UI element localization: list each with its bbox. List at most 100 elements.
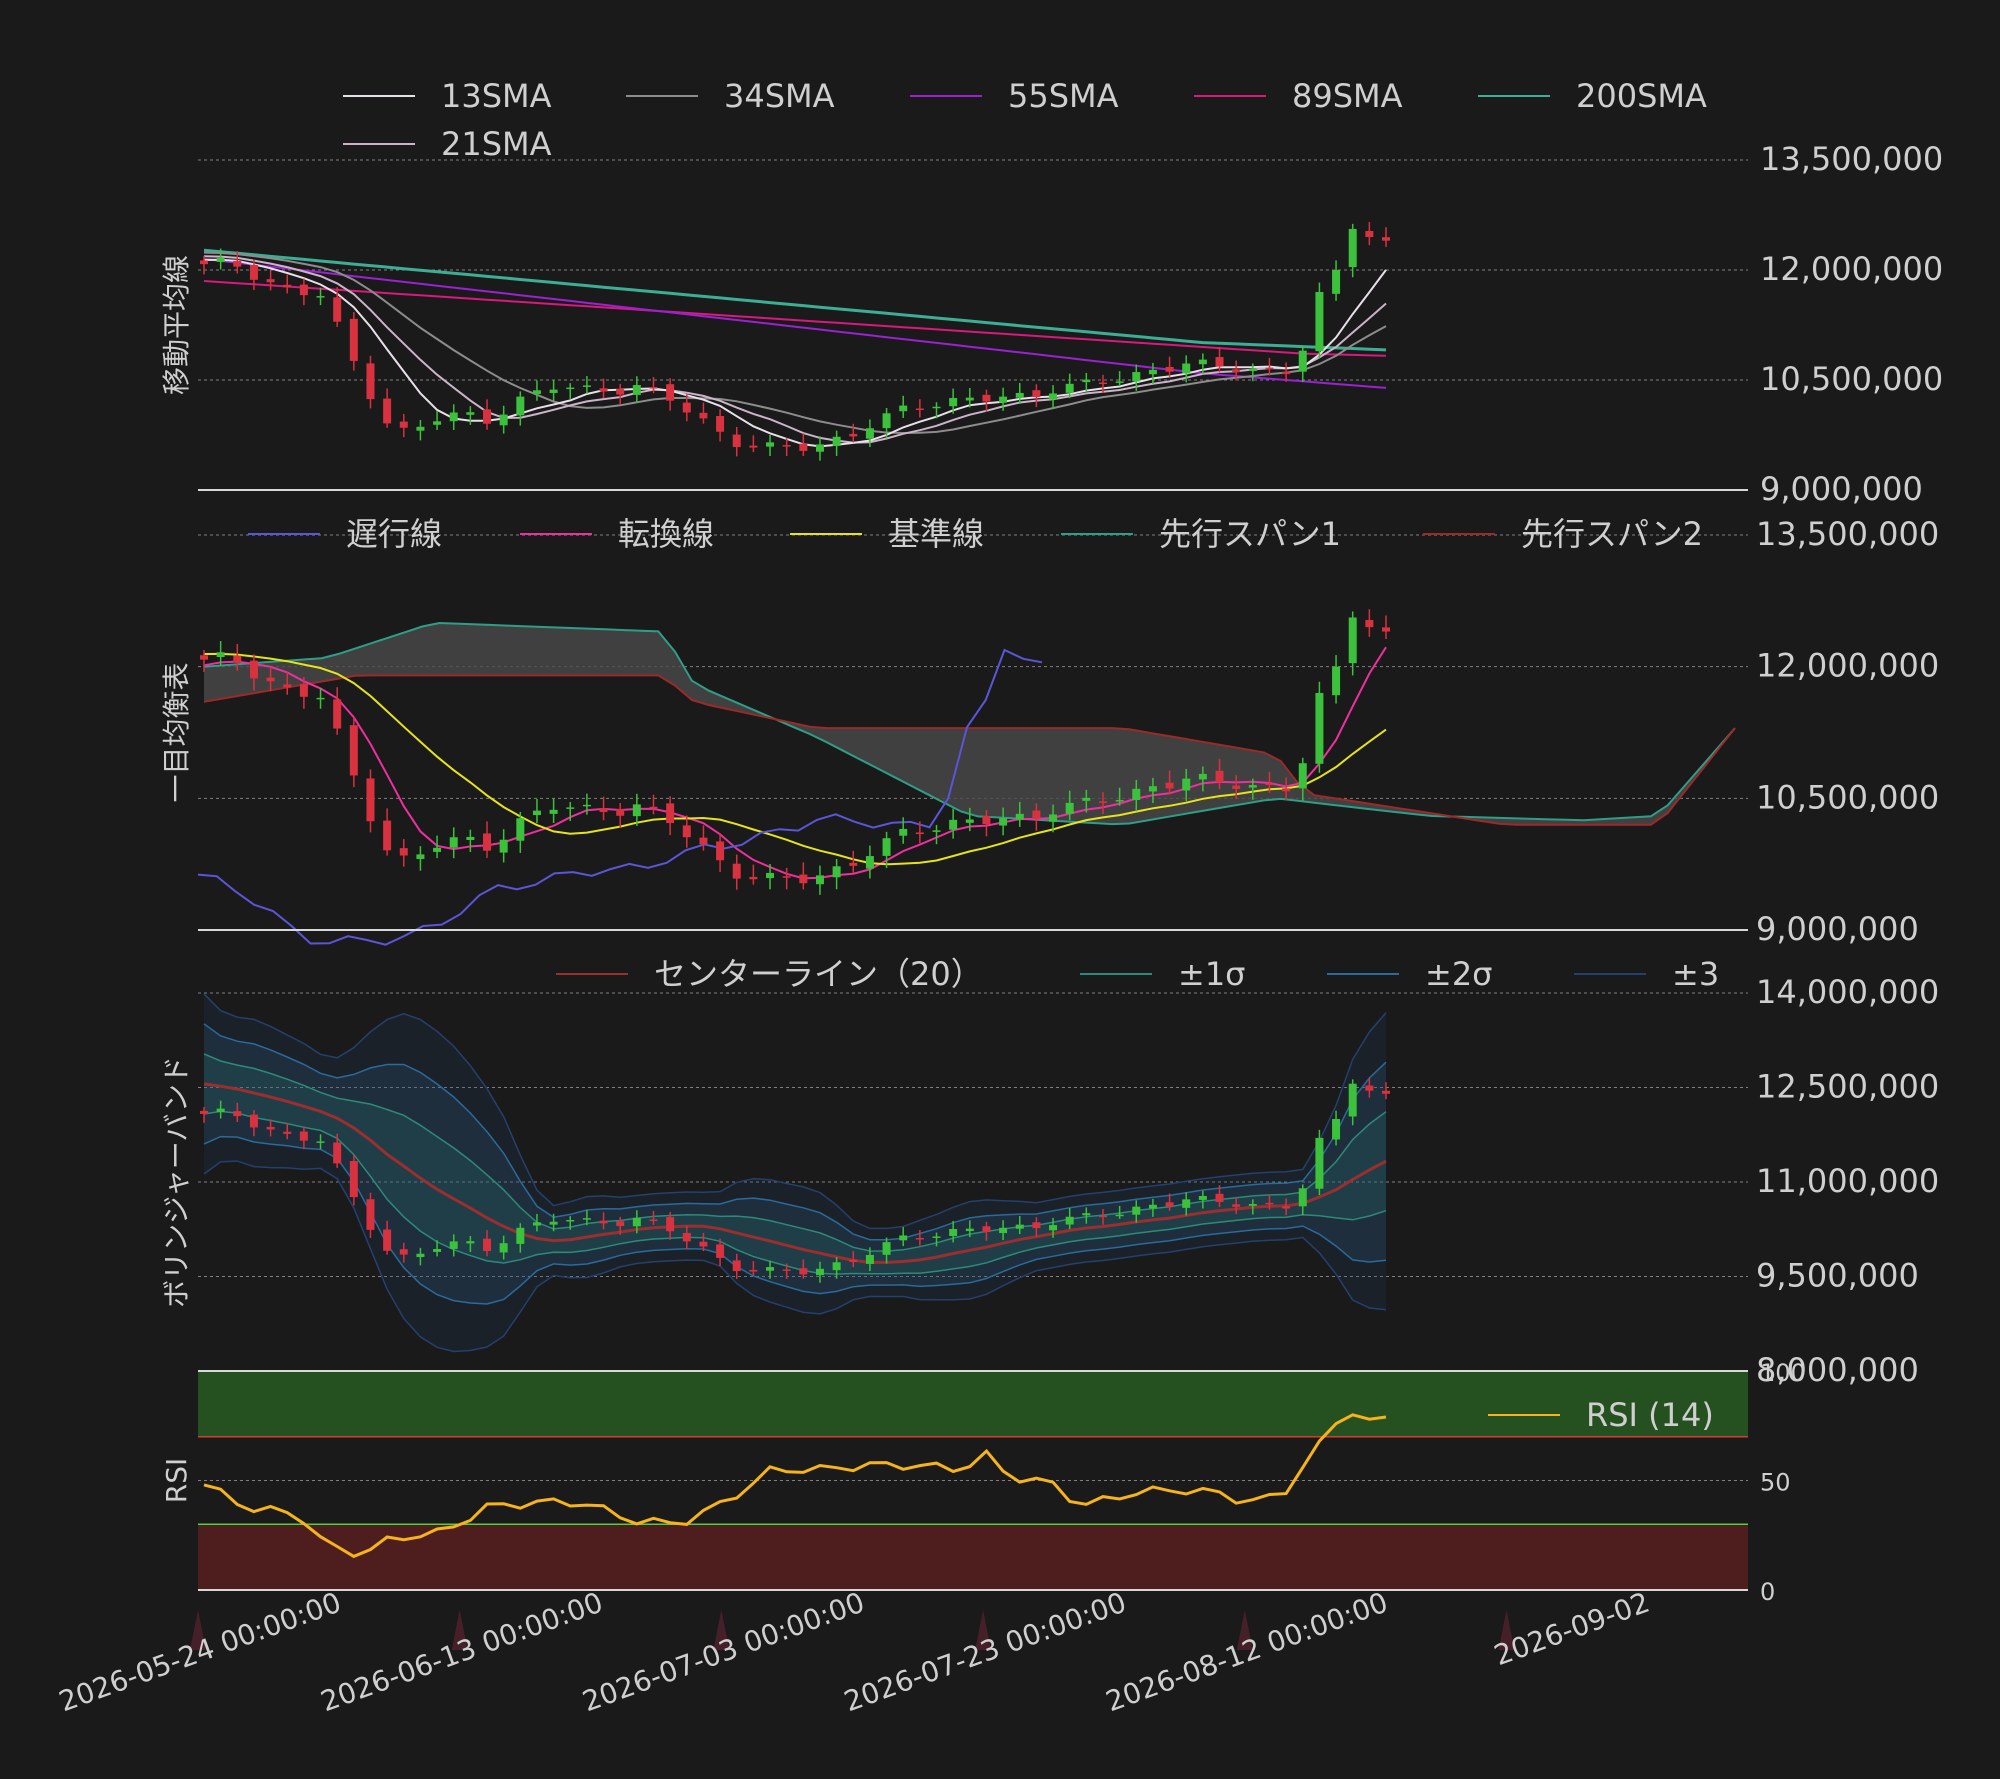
candle-body xyxy=(1332,270,1341,294)
candle-body xyxy=(532,390,541,394)
candle-body xyxy=(532,810,541,816)
candle-body xyxy=(732,434,741,448)
candle-body xyxy=(283,284,292,288)
candle-body xyxy=(566,1219,575,1222)
candle-body xyxy=(1182,1199,1191,1208)
candle-body xyxy=(299,1131,308,1141)
candle-body xyxy=(649,387,658,389)
legend-chikou-label: 遅行線 xyxy=(346,515,442,553)
candle-body xyxy=(766,1267,775,1271)
candle-body xyxy=(216,257,225,262)
candle-body xyxy=(1015,392,1024,398)
candle-body xyxy=(766,872,775,879)
rsi-oversold-zone xyxy=(198,1524,1748,1590)
candle-body xyxy=(1248,1203,1257,1206)
panel-y-label: ボリンジャーバンド xyxy=(160,1056,193,1308)
candle-body xyxy=(200,1110,208,1114)
candle-body xyxy=(349,1160,358,1198)
candle-body xyxy=(366,363,375,400)
candle-body xyxy=(283,684,292,688)
candle-body xyxy=(1215,770,1224,783)
candle-body xyxy=(1032,810,1041,819)
candle-body xyxy=(1049,814,1058,822)
candle-body xyxy=(1098,1215,1107,1218)
candle-body xyxy=(299,684,308,697)
candle-body xyxy=(200,260,208,265)
candle-body xyxy=(799,874,808,884)
candle-body xyxy=(1215,357,1224,367)
candle-body xyxy=(1182,363,1191,374)
candle-body xyxy=(649,806,658,809)
candle-body xyxy=(1115,381,1124,383)
candle-body xyxy=(333,1142,342,1164)
candle-body xyxy=(516,1227,525,1244)
candle-body xyxy=(982,1226,991,1232)
candle-body xyxy=(333,297,342,322)
candle-body xyxy=(682,402,691,413)
candle-body xyxy=(849,433,858,437)
candle-body xyxy=(616,1221,625,1227)
candle-body xyxy=(1232,1204,1241,1207)
candle-body xyxy=(1065,383,1074,393)
legend-bb2-label: ±2σ xyxy=(1425,955,1492,993)
candle-body xyxy=(882,838,891,856)
candle-body xyxy=(1182,778,1191,791)
y-tick-label: 10,500,000 xyxy=(1760,360,1943,398)
candle-body xyxy=(299,284,308,296)
candle-body xyxy=(549,1221,558,1225)
candle-body xyxy=(549,389,558,393)
candle-body xyxy=(1082,1213,1091,1216)
candle-body xyxy=(1032,1222,1041,1229)
candle-body xyxy=(433,421,442,425)
candle-body xyxy=(1198,773,1207,780)
candle-body xyxy=(1065,1216,1074,1225)
candle-body xyxy=(366,778,375,822)
candle-body xyxy=(266,1126,275,1130)
candle-body xyxy=(266,677,275,682)
candle-body xyxy=(1015,813,1024,820)
candle-body xyxy=(333,699,342,729)
candle-body xyxy=(1115,800,1124,802)
legend-sma21-label: 21SMA xyxy=(441,125,552,163)
candle-body xyxy=(283,1131,292,1134)
candle-body xyxy=(516,396,525,416)
candle-body xyxy=(383,1229,392,1251)
candle-body xyxy=(915,1237,924,1240)
candle-body xyxy=(466,412,475,415)
candle-body xyxy=(1198,1195,1207,1200)
legend-sma34-label: 34SMA xyxy=(724,77,835,115)
candle-body xyxy=(1015,1224,1024,1229)
candle-body xyxy=(882,1242,891,1255)
candle-body xyxy=(1049,1225,1058,1231)
candle-body xyxy=(732,1260,741,1272)
candle-body xyxy=(832,866,841,878)
candle-body xyxy=(1365,230,1374,237)
candle-body xyxy=(1332,666,1341,696)
candle-body xyxy=(233,655,242,663)
candle-body xyxy=(599,388,608,392)
candle-body xyxy=(682,1232,691,1242)
legend-bb3-label: ±3 xyxy=(1672,955,1719,993)
candle-body xyxy=(1232,785,1241,789)
candle-body xyxy=(266,279,275,283)
candle-body xyxy=(216,1108,225,1113)
candle-body xyxy=(1098,382,1107,385)
y-tick-label: 11,000,000 xyxy=(1756,1162,1939,1200)
candle-body xyxy=(433,1249,442,1252)
candle-body xyxy=(449,1241,458,1249)
candle-body xyxy=(499,414,508,426)
candle-body xyxy=(749,445,758,448)
candle-body xyxy=(999,396,1008,403)
candle-body xyxy=(616,389,625,395)
candle-body xyxy=(899,405,908,412)
candle-body xyxy=(1282,788,1291,792)
candle-body xyxy=(1132,788,1141,801)
candle-body xyxy=(466,1241,475,1244)
candle-body xyxy=(865,1254,874,1264)
candle-body xyxy=(1198,359,1207,365)
candle-body xyxy=(899,828,908,836)
candle-body xyxy=(233,1111,242,1117)
legend-spanA-label: 先行スパン1 xyxy=(1159,515,1341,553)
candle-body xyxy=(815,875,824,885)
candle-body xyxy=(1282,1206,1291,1209)
